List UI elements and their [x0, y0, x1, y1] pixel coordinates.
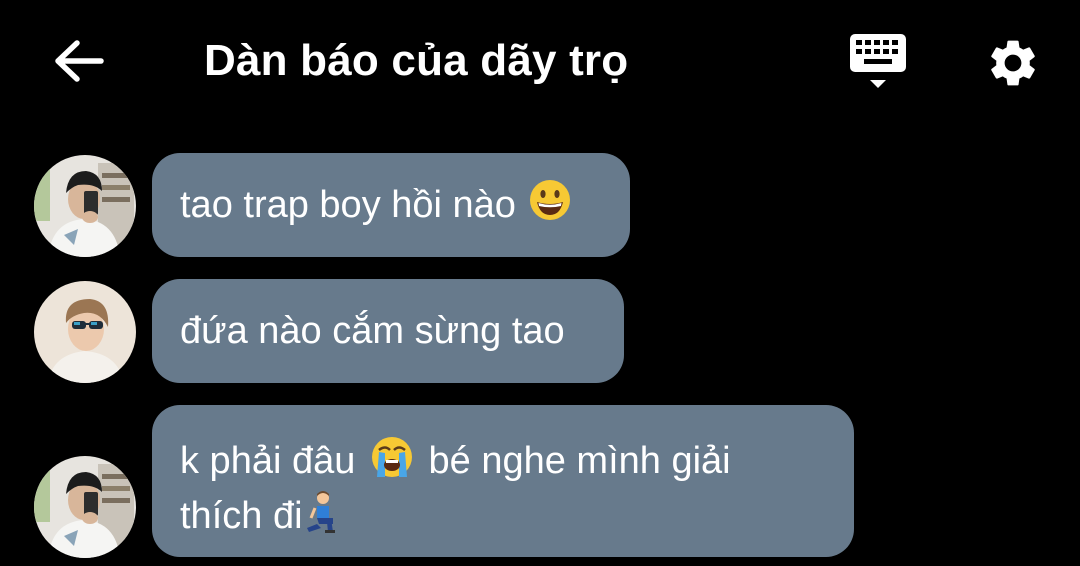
message-bubble[interactable]: đứa nào cắm sừng tao — [152, 279, 624, 383]
chat-title: Dàn báo của dãy trọ — [204, 36, 629, 85]
message-line: thích đi — [180, 490, 826, 545]
message-text: thích đi — [180, 495, 303, 537]
message-text: tao trap boy hồi nào — [180, 184, 516, 226]
message-text: bé nghe mình giải — [428, 440, 731, 482]
chat-header: Dàn báo của dãy trọ — [0, 0, 1080, 122]
settings-button[interactable] — [980, 30, 1046, 96]
back-button[interactable] — [50, 32, 108, 90]
message-bubble[interactable]: k phải đâu bé nghe mình giải thích đi — [152, 405, 854, 557]
arrow-left-icon — [55, 40, 104, 82]
user-b-avatar[interactable] — [34, 281, 136, 383]
loudly-crying-face-emoji — [370, 435, 414, 490]
message-text: đứa nào cắm sừng tao — [180, 310, 565, 352]
message-text: k phải đâu — [180, 440, 356, 482]
message-line: k phải đâu bé nghe mình giải — [180, 435, 826, 490]
gear-icon — [991, 40, 1035, 86]
grinning-face-emoji — [528, 178, 572, 233]
keyboard-button[interactable] — [844, 30, 912, 96]
user-a-avatar[interactable] — [34, 155, 136, 257]
user-a-avatar[interactable] — [34, 456, 136, 558]
keyboard-icon — [850, 34, 906, 88]
man-kneeling-emoji — [303, 490, 343, 545]
message-bubble[interactable]: tao trap boy hồi nào — [152, 153, 630, 257]
